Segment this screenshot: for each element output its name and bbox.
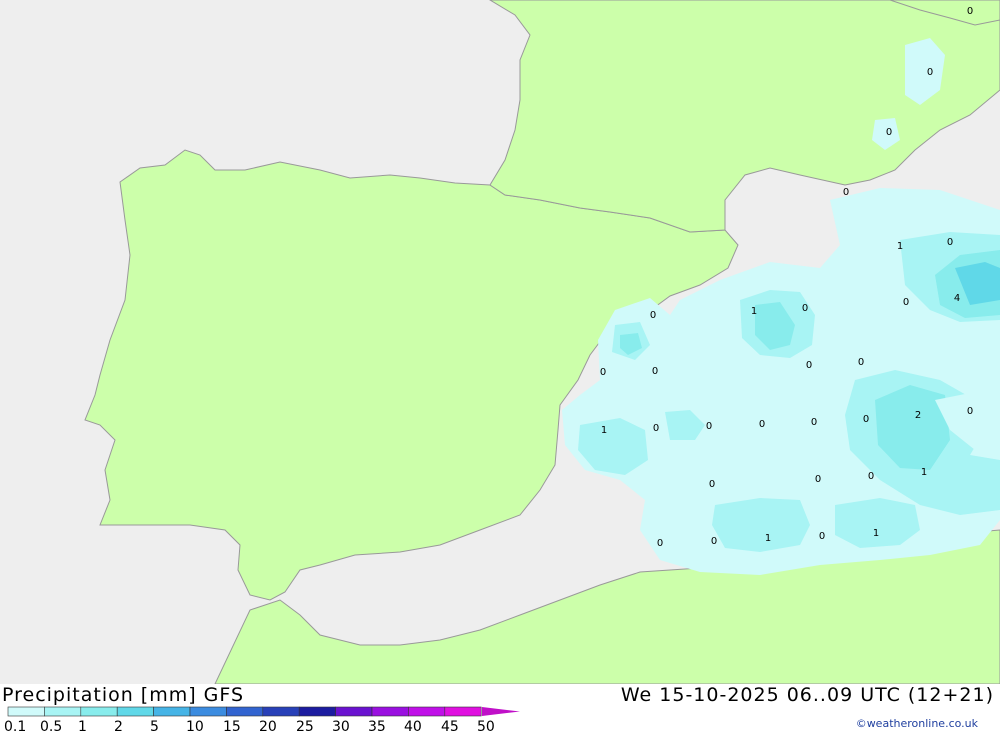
value-label: 1 [765,533,771,544]
legend-swatch [226,706,264,717]
legend-swatch [116,706,154,717]
value-label: 0 [706,421,712,432]
value-label: 0 [811,417,817,428]
value-label: 0 [711,536,717,547]
legend-label: 0.5 [40,719,62,733]
value-label: 0 [650,310,656,321]
legend-swatch [153,706,191,717]
value-label: 2 [915,410,921,421]
map-title: Precipitation [mm] GFS [2,684,245,706]
legend-label: 20 [259,719,277,733]
legend-label: 50 [477,719,495,733]
value-label: 0 [927,67,933,78]
value-label: 0 [903,297,909,308]
legend-swatch [7,706,45,717]
map-footer: Precipitation [mm] GFS We 15-10-2025 06.… [0,684,1000,733]
legend-label: 2 [114,719,123,733]
legend-swatch [298,706,336,717]
value-label: 0 [815,474,821,485]
legend-swatch [335,706,373,717]
value-label: 0 [858,357,864,368]
value-label: 1 [897,241,903,252]
value-label: 1 [751,306,757,317]
credit-link[interactable]: ©weatheronline.co.uk [856,717,978,730]
value-label: 0 [868,471,874,482]
value-label: 1 [601,425,607,436]
value-label: 1 [873,528,879,539]
value-label: 0 [947,237,953,248]
value-label: 0 [806,360,812,371]
legend-swatch [44,706,82,717]
legend-label: 15 [223,719,241,733]
precipitation-map: 0 0 0 0 1 0 4 0 1 0 0 0 0 0 0 2 0 1 0 0 … [0,0,1000,684]
color-legend: 0.1 0.5 1 2 5 10 15 20 25 30 35 40 45 50 [4,706,520,733]
value-label: 0 [863,414,869,425]
legend-swatch [408,706,446,717]
value-label: 0 [843,187,849,198]
value-label: 0 [709,479,715,490]
value-label: 0 [653,423,659,434]
legend-boxes [7,706,482,717]
value-label: 1 [921,467,927,478]
value-label: 0 [802,303,808,314]
value-label: 0 [600,367,606,378]
value-label: 0 [759,419,765,430]
value-label: 0 [967,406,973,417]
legend-label: 30 [332,719,350,733]
legend-label: 1 [78,719,87,733]
legend-label: 0.1 [4,719,26,733]
legend-swatch [189,706,227,717]
legend-label: 10 [186,719,204,733]
value-label: 0 [657,538,663,549]
legend-arrow [482,707,520,716]
legend-label: 40 [404,719,422,733]
legend-label: 5 [150,719,159,733]
valid-time: We 15-10-2025 06..09 UTC (12+21) [620,684,994,706]
value-label: 0 [652,366,658,377]
legend-swatch [80,706,118,717]
value-label: 0 [886,127,892,138]
legend-label: 35 [368,719,386,733]
legend-swatch [371,706,409,717]
legend-label: 45 [441,719,459,733]
value-label: 0 [967,6,973,17]
legend-swatch [444,706,482,717]
value-label: 0 [819,531,825,542]
legend-swatch [262,706,300,717]
legend-label: 25 [296,719,314,733]
value-label: 4 [954,293,960,304]
